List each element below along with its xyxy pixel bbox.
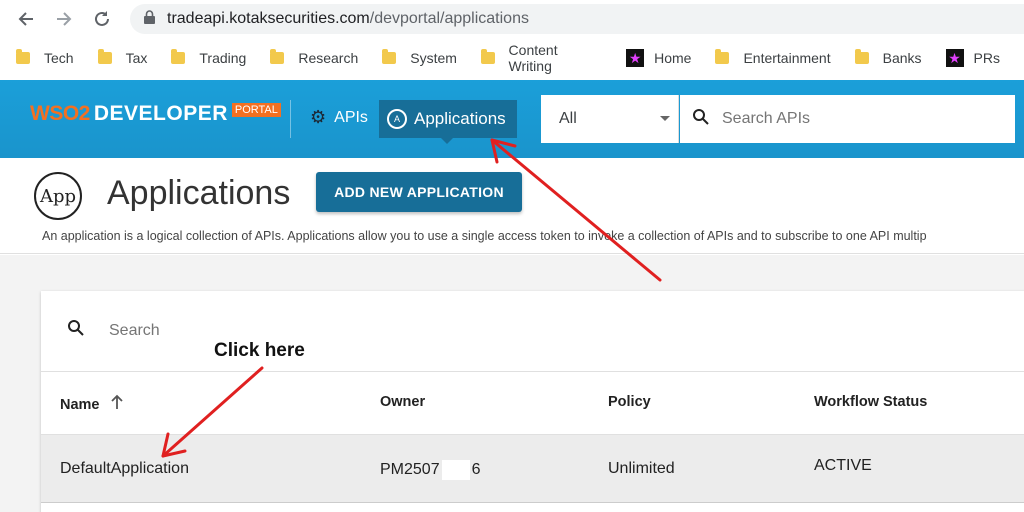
search-apis-box <box>680 95 1015 143</box>
applications-table-card: Name Owner Policy Workflow Status Defaul… <box>41 291 1024 512</box>
bookmark-item[interactable]: ★ Home <box>626 49 691 67</box>
app-icon: A <box>387 109 407 129</box>
browser-toolbar: tradeapi.kotaksecurities.com/devportal/a… <box>0 0 1024 38</box>
bookmark-label: PRs <box>973 50 1000 66</box>
search-icon <box>692 108 710 131</box>
bookmark-label: System <box>410 50 457 66</box>
search-icon <box>67 319 85 342</box>
bookmark-item[interactable]: ★ PRs <box>945 49 1000 67</box>
column-label: Owner <box>380 394 426 410</box>
page-description: An application is a logical collection o… <box>42 229 927 243</box>
bookmarks-bar: Tech Tax Trading Research System Content Writ… <box>0 40 1024 76</box>
bookmark-item[interactable]: Banks <box>854 49 922 66</box>
folder-icon <box>854 49 869 64</box>
bookmark-label: Tech <box>44 50 74 66</box>
column-header-owner[interactable]: Owner <box>380 394 425 410</box>
add-new-application-button[interactable]: ADD NEW APPLICATION <box>316 172 522 212</box>
column-label: Workflow Status <box>814 394 928 410</box>
app-header: WSO2 DEVELOPER PORTAL ⚙ APIs A Applicati… <box>0 80 1024 158</box>
bookmark-label: Home <box>654 50 692 66</box>
table-header: Name Owner Policy Workflow Status <box>41 371 1024 435</box>
scope-value: All <box>559 110 577 127</box>
annotation-click-here-label: Click here <box>214 340 305 361</box>
table-search-input[interactable] <box>109 321 309 340</box>
cell-name[interactable]: DefaultApplication <box>60 460 189 478</box>
bookmark-item[interactable]: Research <box>270 49 359 66</box>
logo-wso2-text: WSO2 <box>30 102 90 125</box>
folder-icon <box>171 49 186 64</box>
bookmark-label: Trading <box>199 50 247 66</box>
gear-icon: ⚙ <box>310 107 327 127</box>
star-icon: ★ <box>945 49 964 67</box>
column-label: Name <box>60 396 100 413</box>
header-divider <box>290 100 291 138</box>
nav-applications-label: Applications <box>414 109 506 128</box>
back-arrow-icon[interactable] <box>14 7 38 31</box>
bookmark-label: Tax <box>125 50 148 66</box>
column-label: Policy <box>608 394 651 410</box>
folder-icon <box>382 49 397 64</box>
bookmark-item[interactable]: Trading <box>171 49 247 66</box>
logo-portal-text: PORTAL <box>231 103 281 117</box>
bookmark-item[interactable]: Tech <box>16 49 74 66</box>
bookmark-label: Research <box>298 50 359 66</box>
cell-owner: PM2507 6 <box>380 460 481 480</box>
search-apis-input[interactable] <box>722 110 992 128</box>
folder-icon <box>16 49 30 64</box>
active-nav-caret <box>441 138 453 144</box>
cell-workflow-status: ACTIVE <box>814 457 872 474</box>
column-header-name[interactable]: Name <box>60 394 124 415</box>
redaction-block <box>441 460 470 480</box>
nav-applications[interactable]: A Applications <box>379 100 517 138</box>
sort-arrow-up-icon[interactable] <box>110 394 124 415</box>
bookmark-item[interactable]: System <box>382 49 457 66</box>
column-header-workflow-status[interactable]: Workflow Status <box>814 394 927 410</box>
table-search <box>67 319 309 342</box>
page-title: Applications <box>107 174 291 212</box>
logo-developer-text: DEVELOPER <box>93 102 228 125</box>
star-icon: ★ <box>626 49 645 67</box>
bookmark-item[interactable]: Entertainment <box>715 49 831 66</box>
content-area: Name Owner Policy Workflow Status Defaul… <box>0 255 1024 512</box>
bookmark-label: Entertainment <box>743 50 831 66</box>
lock-icon <box>144 9 155 29</box>
forward-arrow-icon[interactable] <box>52 7 76 31</box>
page-title-area: App Applications ADD NEW APPLICATION An … <box>0 158 1024 254</box>
bookmark-label: Banks <box>882 50 922 66</box>
url-text: tradeapi.kotaksecurities.com/devportal/a… <box>167 10 529 27</box>
folder-icon <box>480 49 495 64</box>
search-scope-select[interactable]: All <box>541 95 679 143</box>
bookmark-item[interactable]: Tax <box>97 49 148 66</box>
chevron-down-icon <box>660 116 670 121</box>
folder-icon <box>715 49 730 64</box>
column-header-policy[interactable]: Policy <box>608 394 651 410</box>
reload-icon[interactable] <box>90 7 114 31</box>
folder-icon <box>270 49 285 64</box>
bookmark-label: Content Writing <box>508 42 558 74</box>
bookmark-item[interactable]: Content Writing <box>480 42 602 74</box>
nav-apis[interactable]: ⚙ APIs <box>310 107 368 128</box>
applications-logo-icon: App <box>34 172 82 220</box>
address-bar[interactable]: tradeapi.kotaksecurities.com/devportal/a… <box>130 4 1024 34</box>
cell-policy: Unlimited <box>608 460 675 477</box>
table-row[interactable]: DefaultApplication PM2507 6 Unlimited ACT… <box>41 435 1024 503</box>
nav-apis-label: APIs <box>334 108 368 126</box>
folder-icon <box>97 49 112 64</box>
wso2-logo[interactable]: WSO2 DEVELOPER PORTAL <box>30 102 281 126</box>
